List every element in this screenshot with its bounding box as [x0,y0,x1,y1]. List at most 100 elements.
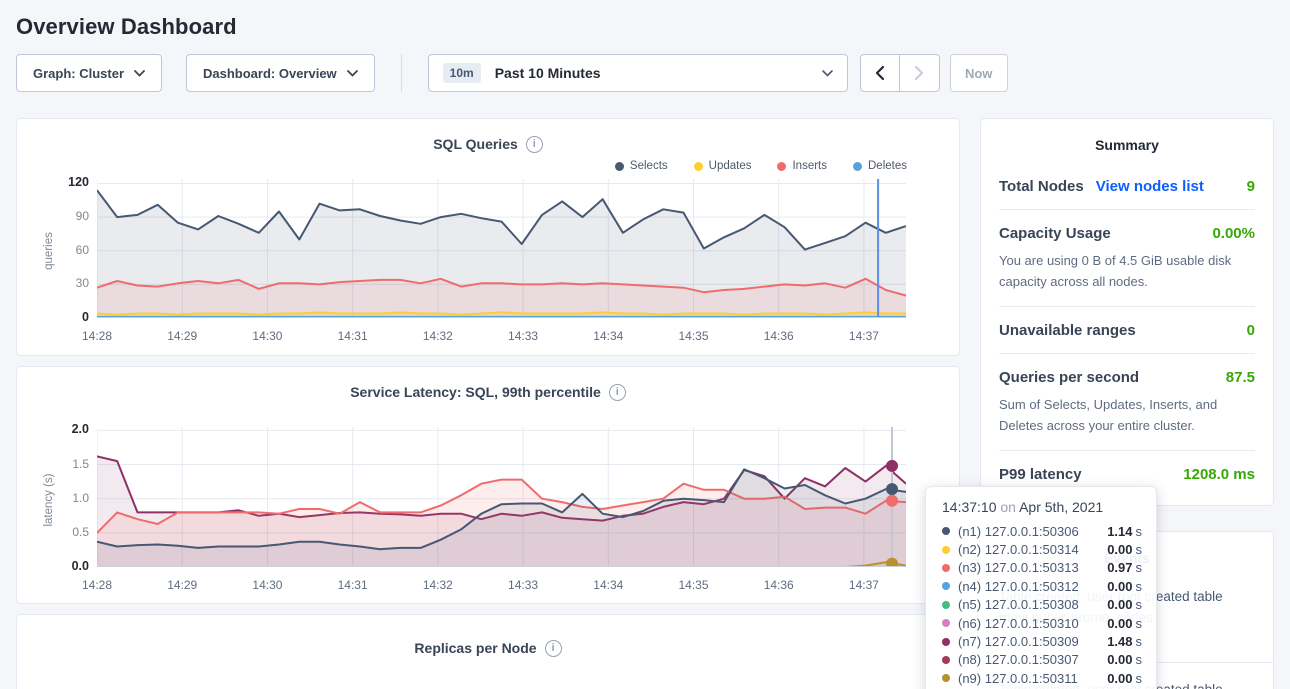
chart-title: Service Latency: SQL, 99th percentile [350,384,601,400]
tooltip-node-row: (n7) 127.0.0.1:503091.48s [942,632,1142,650]
x-tick-label: 14:32 [416,329,460,343]
x-tick-label: 14:34 [586,578,630,592]
dashboard-selector-label: Dashboard: Overview [203,66,337,81]
legend-item-inserts[interactable]: Inserts [777,160,827,172]
capacity-usage-label: Capacity Usage [999,225,1111,242]
x-tick-label: 14:28 [75,329,119,343]
tooltip-node-address: (n5) 127.0.0.1:50308 [958,597,1079,612]
chevron-down-icon [134,70,145,77]
x-tick-label: 14:30 [245,329,289,343]
view-nodes-list-link[interactable]: View nodes list [1096,178,1204,195]
service-latency-plot [97,427,906,567]
chart-title: Replicas per Node [414,640,536,656]
tooltip-node-value: 0.00s [1107,542,1142,557]
tooltip-node-value: 1.48s [1107,634,1142,649]
x-tick-label: 14:31 [331,578,375,592]
x-tick-label: 14:33 [501,578,545,592]
time-range-dropdown[interactable]: 10m Past 10 Minutes [428,54,848,92]
y-axis: latency (s) 0.00.51.01.52.0 [17,427,97,572]
chart-header: SQL Queries i [17,133,959,155]
y-tick-label: 0.5 [72,525,89,539]
tooltip-node-value: 0.00s [1107,616,1142,631]
sql-queries-chart: queries 0306090120 14:2814:2914:3014:311… [17,179,959,351]
page-title: Overview Dashboard [16,14,1290,40]
info-icon[interactable]: i [609,384,626,401]
x-tick-label: 14:36 [757,329,801,343]
next-time-button-disabled[interactable] [900,54,940,92]
y-tick-label: 60 [76,243,89,257]
x-axis: 14:2814:2914:3014:3114:3214:3314:3414:35… [97,327,959,351]
x-axis: 14:2814:2914:3014:3114:3214:3314:3414:35… [97,576,959,600]
tooltip-node-address: (n8) 127.0.0.1:50307 [958,652,1079,667]
tooltip-node-value: 1.14s [1107,524,1142,539]
legend-dot [694,162,703,171]
time-step-buttons [860,54,940,92]
y-tick-label: 1.5 [72,457,89,471]
tooltip-node-row: (n6) 127.0.0.1:50310 0.00s [942,614,1142,632]
crosshair-dot [886,483,898,495]
legend-dot [777,162,786,171]
tooltip-time: 14:37:10 [942,499,997,515]
plot-area[interactable] [97,179,906,323]
chevron-down-icon [347,70,358,77]
y-axis-label: queries [43,221,55,281]
y-tick-label: 30 [76,276,89,290]
sql-queries-card: SQL Queries i Selects Updates Inserts Delet… [16,118,960,356]
x-tick-label: 14:35 [672,329,716,343]
time-range-badge: 10m [443,63,481,83]
summary-title: Summary [999,133,1255,163]
series-color-dot [942,674,950,682]
plot-area[interactable] [97,427,906,572]
toolbar: Graph: Cluster Dashboard: Overview 10m P… [16,54,1274,92]
graph-selector-dropdown[interactable]: Graph: Cluster [16,54,162,92]
tooltip-node-value: 0.00s [1107,671,1142,686]
chart-legend: Selects Updates Inserts Deletes [17,157,907,175]
qps-label: Queries per second [999,369,1139,386]
capacity-usage-value: 0.00% [1212,225,1255,242]
y-tick-label: 0 [82,310,89,324]
legend-item-updates[interactable]: Updates [694,160,752,172]
tooltip-node-address: (n3) 127.0.0.1:50313 [958,560,1079,575]
graph-selector-label: Graph: Cluster [33,66,124,81]
x-tick-label: 14:29 [160,329,204,343]
x-tick-label: 14:29 [160,578,204,592]
now-button-disabled[interactable]: Now [950,54,1008,92]
y-axis-label: latency (s) [43,470,55,530]
series-color-dot [942,546,950,554]
series-color-dot [942,619,950,627]
x-tick-label: 14:37 [842,329,886,343]
unavailable-ranges-value: 0 [1247,322,1255,339]
service-latency-card: Service Latency: SQL, 99th percentile i … [16,366,960,604]
legend-item-deletes[interactable]: Deletes [853,160,907,172]
tooltip-timestamp: 14:37:10 on Apr 5th, 2021 [942,499,1142,515]
tooltip-node-row: (n1) 127.0.0.1:503061.14s [942,522,1142,540]
dashboard-selector-dropdown[interactable]: Dashboard: Overview [186,54,375,92]
y-tick-label: 90 [76,209,89,223]
legend-item-selects[interactable]: Selects [615,160,668,172]
info-icon[interactable]: i [545,640,562,657]
x-tick-label: 14:34 [586,329,630,343]
chevron-left-icon [875,66,884,80]
tooltip-node-row: (n2) 127.0.0.1:503140.00s [942,540,1142,558]
overview-dashboard-page: Overview Dashboard Graph: Cluster Dashbo… [0,14,1290,689]
series-color-dot [942,564,950,572]
tooltip-node-row: (n5) 127.0.0.1:503080.00s [942,596,1142,614]
tooltip-node-row: (n9) 127.0.0.1:50311 0.00s [942,669,1142,687]
tooltip-node-address: (n6) 127.0.0.1:50310 [958,616,1079,631]
info-icon[interactable]: i [526,136,543,153]
p99-latency-value: 1208.0 ms [1183,466,1255,483]
tooltip-node-value: 0.00s [1107,579,1142,594]
summary-panel: Summary Total Nodes View nodes list 9 Ca… [980,118,1274,506]
total-nodes-value: 9 [1247,178,1255,195]
capacity-usage-description: You are using 0 B of 4.5 GiB usable disk… [999,250,1255,292]
total-nodes-label: Total Nodes [999,178,1084,195]
tooltip-node-value: 0.00s [1107,652,1142,667]
tooltip-date: Apr 5th, 2021 [1019,499,1103,515]
chevron-down-icon [822,70,833,77]
qps-value: 87.5 [1226,369,1255,386]
previous-time-button[interactable] [860,54,900,92]
series-color-dot [942,582,950,590]
summary-capacity-usage: Capacity Usage 0.00% You are using 0 B o… [999,209,1255,306]
summary-queries-per-second: Queries per second 87.5 Sum of Selects, … [999,353,1255,450]
tooltip-node-address: (n9) 127.0.0.1:50311 [958,671,1078,686]
